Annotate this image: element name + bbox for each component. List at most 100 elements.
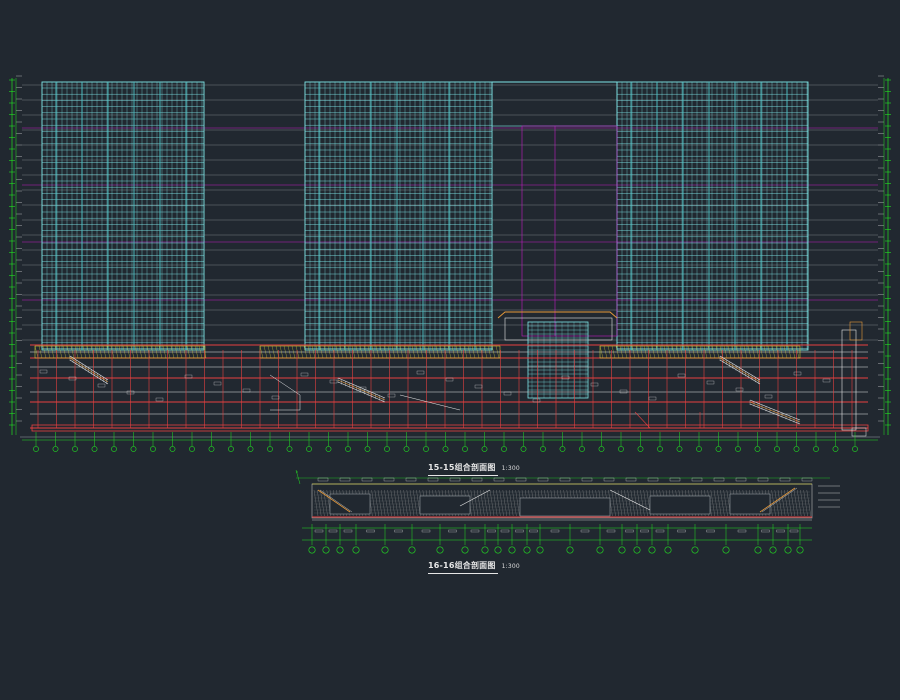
- right-elevation-chain: [878, 75, 891, 435]
- lower-annotation: [471, 477, 483, 482]
- grid-axis-bubble: [501, 446, 507, 452]
- grid-axis-bubble: [111, 446, 117, 452]
- grid-axis-bubble: [481, 446, 488, 452]
- room-tag: [822, 378, 831, 383]
- room-tag: [213, 381, 222, 386]
- room-tag: [39, 369, 48, 374]
- tower-outline: [304, 81, 493, 351]
- ground-hatch: [313, 489, 319, 517]
- room-tag: [416, 370, 425, 375]
- ramp-line: [399, 394, 461, 411]
- room-tag: [706, 380, 715, 385]
- grid-axis-bubble: [559, 446, 566, 452]
- grid-axis-bubble: [637, 446, 644, 452]
- lower-dimension-text-mark: [789, 529, 799, 533]
- grid-axis-bubble: [754, 446, 761, 452]
- grid-axis-bubble: [403, 446, 410, 452]
- lower-dimension-text-mark: [761, 529, 770, 533]
- lower-dimension-text-mark: [580, 529, 590, 533]
- ground-hatch: [509, 489, 514, 517]
- left-elevation-chain: [9, 75, 22, 435]
- lower-annotation: [405, 477, 417, 482]
- ground-hatch: [483, 489, 488, 517]
- ground-hatch: [403, 489, 408, 517]
- lower-grid-axis-bubble: [308, 546, 316, 554]
- room-tag: [735, 387, 744, 392]
- room-tag: [155, 397, 164, 402]
- lower-grid-axis-bubble: [381, 546, 389, 554]
- ground-hatch: [806, 489, 811, 517]
- grid-axis-bubble: [852, 446, 858, 452]
- ground-hatch: [473, 489, 479, 517]
- section-void: [729, 493, 771, 515]
- lower-annotation: [361, 477, 373, 482]
- ground-hatch: [387, 489, 392, 517]
- lower-grid-axis-bubble: [769, 546, 777, 554]
- room-tag: [793, 371, 802, 376]
- escalator-rail: [749, 401, 801, 423]
- grid-axis-bubble: [306, 446, 312, 452]
- ground-hatch: [710, 489, 715, 517]
- lower-grid-axis-bubble: [352, 546, 360, 554]
- tower-right: [616, 81, 809, 351]
- room-tag: [474, 384, 483, 389]
- lower-annotation: [427, 477, 439, 482]
- escalator-rail: [719, 359, 761, 385]
- grid-axis-bubble: [598, 446, 605, 452]
- escalator-rail: [749, 399, 801, 421]
- ground-hatch: [803, 489, 808, 517]
- lower-annotation: [317, 477, 329, 482]
- lower-annotation: [515, 477, 527, 482]
- grid-axis-bubble: [52, 446, 59, 452]
- ground-hatch: [371, 489, 376, 517]
- lower-annotation: [581, 477, 593, 482]
- lower-annotation: [757, 477, 769, 482]
- room-tag: [445, 377, 454, 382]
- cad-section-drawing: [9, 75, 891, 554]
- room-tag: [329, 379, 338, 384]
- room-tag: [677, 373, 686, 378]
- lower-dimension-text-mark: [314, 529, 324, 533]
- lower-annotation: [735, 477, 747, 482]
- lower-grid-axis-bubble: [436, 546, 444, 554]
- escalator-rail: [337, 377, 386, 399]
- ground-hatch: [717, 489, 722, 517]
- section-15-15-drawing: [9, 75, 891, 452]
- escalator-lower-right: [749, 399, 801, 425]
- lower-dimension-text-mark: [655, 529, 665, 533]
- lower-grid-axis-bubble: [408, 546, 416, 554]
- lower-dimension-text-mark: [394, 529, 403, 533]
- pit-outline: [634, 411, 701, 429]
- ground-hatch: [627, 489, 632, 517]
- escalator-left: [69, 355, 109, 385]
- grid-axis-bubble: [267, 446, 273, 452]
- ground-hatch: [505, 489, 511, 517]
- ground-hatch: [723, 489, 728, 517]
- lower-grid-axis-bubble: [536, 546, 544, 554]
- lower-annotation: [537, 477, 549, 482]
- grid-axis-bubble: [286, 446, 293, 452]
- lower-dimension-text-mark: [515, 529, 524, 533]
- grid-axis-bubble: [793, 446, 800, 452]
- room-tag: [97, 383, 106, 388]
- lower-annotation: [603, 477, 615, 482]
- grid-axis-bubble: [676, 446, 683, 452]
- lower-annotation: [449, 477, 461, 482]
- ground-hatch: [390, 489, 395, 517]
- grid-axis-bubble: [696, 446, 702, 452]
- lower-dimension-text-mark: [606, 529, 616, 533]
- section-15-15-title-text: 15-15组合剖面图: [428, 463, 496, 472]
- lower-grid-axis-bubble: [648, 546, 656, 554]
- grid-axis-bubble: [423, 446, 429, 452]
- lower-grid-axis-bubble: [596, 546, 604, 554]
- pavilion-frame: [504, 317, 613, 341]
- room-tag: [242, 388, 251, 393]
- grid-axis-bubble: [169, 446, 176, 452]
- lower-grid-axis-bubble: [796, 546, 804, 554]
- grid-axis-bubble: [33, 446, 39, 452]
- ground-hatch: [470, 489, 475, 517]
- lower-annotation: [669, 477, 681, 482]
- grid-axis-bubble: [520, 446, 527, 452]
- ground-hatch: [493, 489, 498, 517]
- pavilion-roof: [497, 311, 618, 319]
